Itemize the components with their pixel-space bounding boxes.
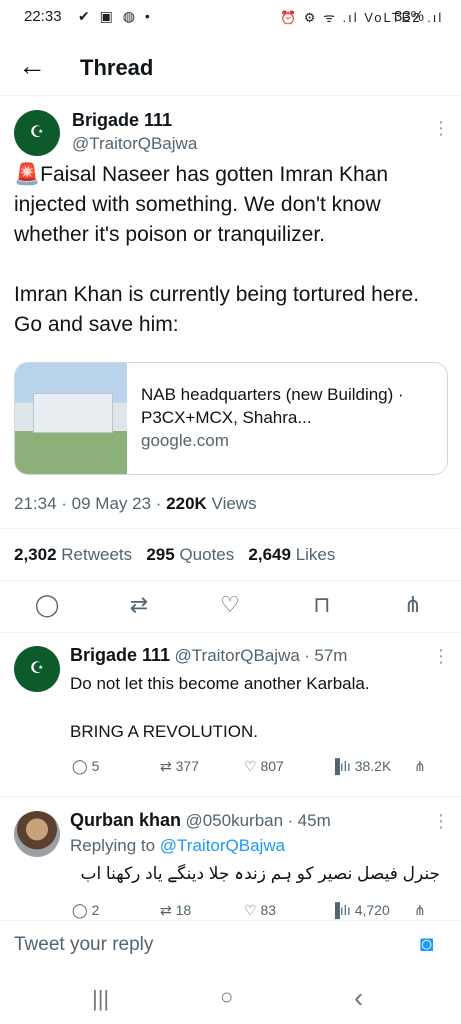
views-button[interactable]: ▐ılı 4,720 xyxy=(330,902,390,920)
reply-author-name[interactable]: Qurban khan xyxy=(70,810,181,830)
reply-author-name[interactable]: Brigade 111 xyxy=(70,645,170,665)
like-count: 807 xyxy=(260,758,284,774)
reply-input[interactable]: Tweet your reply xyxy=(14,934,153,956)
reply-icon: ◯ xyxy=(72,902,88,918)
quotes-count[interactable]: 295 xyxy=(146,545,174,564)
replying-handle[interactable]: @TraitorQBajwa xyxy=(160,836,285,855)
like-icon: ♡ xyxy=(244,758,257,774)
reply-age: 45m xyxy=(297,811,331,830)
card-title: NAB headquarters (new Building) · P3CX+M… xyxy=(141,385,404,427)
page-title: Thread xyxy=(80,55,154,80)
like-button[interactable]: ♡ 83 xyxy=(244,902,276,920)
reply-author-handle[interactable]: @050kurban xyxy=(185,811,283,830)
card-domain: google.com xyxy=(141,431,229,450)
reply-icon: ◯ xyxy=(72,758,88,774)
likes-label[interactable]: Likes xyxy=(296,545,336,564)
retweet-icon: ⇄ xyxy=(160,758,172,774)
share-icon[interactable]: ⋔ xyxy=(398,592,428,618)
retweets-label[interactable]: Retweets xyxy=(61,545,132,564)
tweet-date: 09 May 23 xyxy=(71,494,152,513)
reply-composer[interactable]: Tweet your reply ◙ xyxy=(0,920,461,970)
like-icon[interactable]: ♡ xyxy=(215,592,245,618)
views-button[interactable]: ▐ılı 38.2K xyxy=(330,758,391,774)
retweet-count: 377 xyxy=(175,758,199,774)
replying-label: Replying to xyxy=(70,836,156,855)
like-count: 83 xyxy=(260,902,277,918)
reply-age: 57m xyxy=(314,646,348,665)
reply-header: Qurban khan @050kurban · 45m xyxy=(70,810,331,830)
likes-count[interactable]: 2,649 xyxy=(248,545,291,564)
views-count: 4,720 xyxy=(354,902,390,918)
share-icon[interactable]: ⋔ xyxy=(414,758,426,775)
divider xyxy=(0,580,461,581)
home-icon[interactable]: ○ xyxy=(220,984,233,1010)
views-count: 38.2K xyxy=(354,758,392,774)
avatar[interactable]: ☪ xyxy=(14,110,60,156)
like-icon: ♡ xyxy=(244,902,257,918)
more-options-icon[interactable]: ⋮ xyxy=(432,811,450,832)
reply-author-handle[interactable]: @TraitorQBajwa xyxy=(175,646,300,665)
clock: 22:33 xyxy=(24,8,62,25)
author-name[interactable]: Brigade 111 xyxy=(72,110,172,131)
reply-icon[interactable]: ◯ xyxy=(32,592,62,618)
tweet-time: 21:34 xyxy=(14,494,57,513)
quotes-label[interactable]: Quotes xyxy=(179,545,234,564)
like-button[interactable]: ♡ 807 xyxy=(244,758,284,775)
retweet-button[interactable]: ⇄ 18 xyxy=(160,902,191,920)
system-nav-bar: ||| ○ ‹ xyxy=(0,972,461,1024)
back-icon[interactable]: ‹ xyxy=(354,982,363,1014)
divider xyxy=(0,796,461,797)
bookmark-icon[interactable]: ⊓ xyxy=(307,592,337,618)
reply-header: Brigade 111 @TraitorQBajwa · 57m xyxy=(70,645,348,665)
more-options-icon[interactable]: ⋮ xyxy=(432,646,450,667)
avatar[interactable]: ☪ xyxy=(14,646,60,692)
retweet-count: 18 xyxy=(175,902,192,918)
views-label: Views xyxy=(211,494,257,513)
divider xyxy=(0,632,461,633)
building-image xyxy=(33,393,113,433)
reply-button[interactable]: ◯ 2 xyxy=(72,902,99,920)
reply-text: Do not let this become another Karbala. … xyxy=(70,674,370,741)
divider xyxy=(0,528,461,529)
views-icon: ▐ılı xyxy=(330,758,351,774)
retweets-count[interactable]: 2,302 xyxy=(14,545,57,564)
thread-header: ← Thread xyxy=(0,40,461,96)
reply-count: 2 xyxy=(91,902,100,918)
retweet-button[interactable]: ⇄ 377 xyxy=(160,758,199,775)
avatar[interactable] xyxy=(14,811,60,857)
views-count: 220K xyxy=(166,494,207,513)
retweet-icon: ⇄ xyxy=(160,902,172,918)
reply-button[interactable]: ◯ 5 xyxy=(72,758,99,775)
notification-icons: ✔ ▣ ◍ • xyxy=(78,8,153,24)
battery-level: 33% xyxy=(394,8,425,25)
author-handle[interactable]: @TraitorQBajwa xyxy=(72,134,197,154)
card-thumbnail xyxy=(15,363,127,474)
status-bar: 22:33 ✔ ▣ ◍ • ⏰ ⚙ ᯤ .ıl VoLTE2 .ıl 33% xyxy=(0,0,461,38)
camera-icon[interactable]: ◙ xyxy=(420,931,433,957)
engagement-stats: 2,302 Retweets 295 Quotes 2,649 Likes xyxy=(14,545,335,565)
arrow-left-icon[interactable]: ← xyxy=(18,50,46,82)
replying-to: Replying to @TraitorQBajwa xyxy=(70,836,285,856)
share-icon[interactable]: ⋔ xyxy=(414,902,426,920)
link-card[interactable]: NAB headquarters (new Building) · P3CX+M… xyxy=(14,362,448,475)
retweet-icon[interactable]: ⇄ xyxy=(124,592,154,618)
tweet-text: 🚨Faisal Naseer has gotten Imran Khan inj… xyxy=(14,163,420,336)
recents-icon[interactable]: ||| xyxy=(92,986,109,1012)
reply-count: 5 xyxy=(91,758,100,774)
views-icon: ▐ılı xyxy=(330,902,351,918)
reply-text: جنرل فیصل نصیر کو ہم زندہ جلا دینگے یاد … xyxy=(80,864,440,883)
card-info: NAB headquarters (new Building) · P3CX+M… xyxy=(141,383,441,452)
more-options-icon[interactable]: ⋮ xyxy=(432,118,450,139)
tweet-timestamp: 21:34 · 09 May 23 · 220K Views xyxy=(14,494,257,513)
